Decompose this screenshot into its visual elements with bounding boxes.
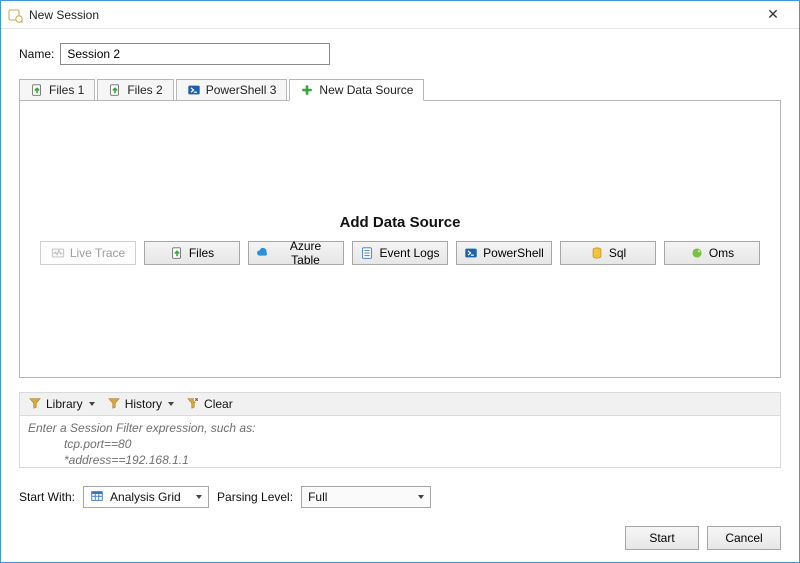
data-source-buttons: Live Trace Files Azure Table Event Logs	[20, 241, 780, 265]
add-data-source-title: Add Data Source	[20, 214, 780, 231]
tab-files-1[interactable]: Files 1	[19, 79, 95, 101]
button-label: Live Trace	[70, 246, 125, 260]
oms-icon	[690, 246, 704, 260]
tab-label: PowerShell 3	[206, 83, 277, 97]
placeholder-line: *address==192.168.1.1	[28, 452, 772, 468]
azure-table-button[interactable]: Azure Table	[248, 241, 344, 265]
cancel-button[interactable]: Cancel	[707, 526, 781, 550]
start-with-dropdown[interactable]: Analysis Grid	[83, 486, 209, 508]
oms-button[interactable]: Oms	[664, 241, 760, 265]
button-label: Sql	[609, 246, 626, 260]
name-label: Name:	[19, 47, 54, 61]
live-trace-icon	[51, 246, 65, 260]
session-name-input[interactable]	[60, 43, 330, 65]
start-with-label: Start With:	[19, 490, 75, 504]
library-dropdown[interactable]: Library	[28, 396, 95, 413]
start-with-value: Analysis Grid	[110, 490, 181, 504]
button-label: Event Logs	[379, 246, 439, 260]
files-up-icon	[108, 83, 122, 97]
chevron-down-icon	[89, 402, 95, 406]
parsing-level-dropdown[interactable]: Full	[301, 486, 431, 508]
powershell-icon	[464, 246, 478, 260]
files-up-icon	[30, 83, 44, 97]
event-logs-icon	[360, 246, 374, 260]
funnel-icon	[28, 396, 42, 413]
grid-icon	[90, 489, 104, 506]
filter-toolbar: Library History Clear	[19, 392, 781, 416]
dialog-buttons: Start Cancel	[19, 514, 781, 550]
tab-powershell-3[interactable]: PowerShell 3	[176, 79, 288, 101]
tab-new-data-source[interactable]: New Data Source	[289, 79, 424, 101]
start-button[interactable]: Start	[625, 526, 699, 550]
history-dropdown[interactable]: History	[107, 396, 174, 413]
button-label: Files	[189, 246, 214, 260]
event-logs-button[interactable]: Event Logs	[352, 241, 448, 265]
button-label: Azure Table	[274, 239, 337, 267]
powershell-icon	[187, 83, 201, 97]
parsing-level-value: Full	[308, 490, 327, 504]
chevron-down-icon	[196, 495, 202, 499]
data-source-panel: Add Data Source Live Trace Files Azure T…	[19, 100, 781, 378]
clear-button[interactable]: Clear	[186, 396, 233, 413]
clear-label: Clear	[204, 397, 233, 411]
library-label: Library	[46, 397, 83, 411]
sql-icon	[590, 246, 604, 260]
plus-icon	[300, 83, 314, 97]
content-area: Name: Files 1 Files 2 PowerShell 3 New D…	[1, 29, 799, 562]
history-label: History	[125, 397, 162, 411]
tab-label: Files 2	[127, 83, 162, 97]
funnel-clear-icon	[186, 396, 200, 413]
tabs: Files 1 Files 2 PowerShell 3 New Data So…	[19, 79, 781, 101]
filter-expression-input[interactable]: Enter a Session Filter expression, such …	[19, 416, 781, 468]
live-trace-button: Live Trace	[40, 241, 136, 265]
files-button[interactable]: Files	[144, 241, 240, 265]
window-title: New Session	[29, 8, 99, 22]
close-button[interactable]: ✕	[753, 3, 793, 27]
sql-button[interactable]: Sql	[560, 241, 656, 265]
tab-label: Files 1	[49, 83, 84, 97]
chevron-down-icon	[168, 402, 174, 406]
session-icon	[7, 7, 23, 23]
new-session-window: New Session ✕ Name: Files 1 Files 2 Powe…	[0, 0, 800, 563]
button-label: PowerShell	[483, 246, 544, 260]
options-row: Start With: Analysis Grid Parsing Level:…	[19, 486, 781, 508]
button-label: Oms	[709, 246, 734, 260]
close-icon: ✕	[767, 6, 779, 23]
tab-label: New Data Source	[319, 83, 413, 97]
placeholder-line: Enter a Session Filter expression, such …	[28, 420, 772, 436]
files-up-icon	[170, 246, 184, 260]
titlebar: New Session ✕	[1, 1, 799, 29]
name-row: Name:	[19, 43, 781, 65]
chevron-down-icon	[418, 495, 424, 499]
powershell-button[interactable]: PowerShell	[456, 241, 552, 265]
parsing-level-label: Parsing Level:	[217, 490, 293, 504]
tab-files-2[interactable]: Files 2	[97, 79, 173, 101]
placeholder-line: tcp.port==80	[28, 436, 772, 452]
azure-cloud-icon	[255, 246, 269, 260]
funnel-icon	[107, 396, 121, 413]
